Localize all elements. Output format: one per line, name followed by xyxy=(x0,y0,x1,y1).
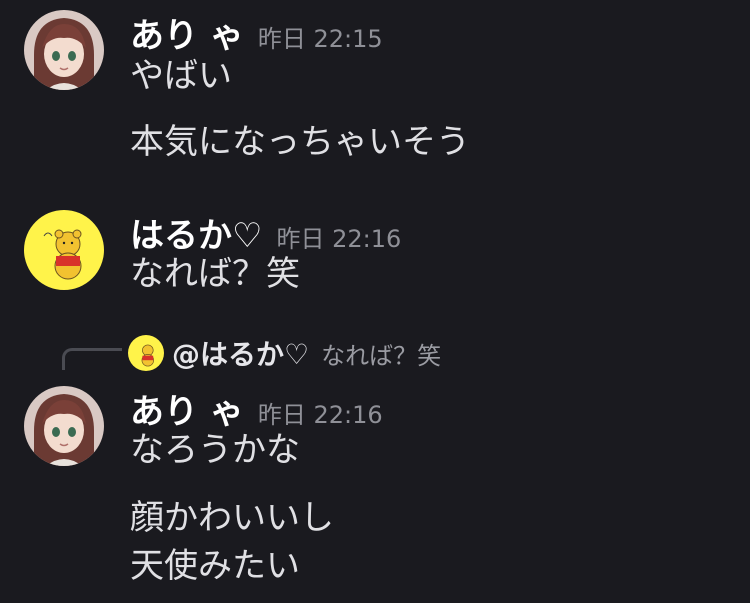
message-text: なれば？笑 xyxy=(130,254,300,294)
message-text: やばい xyxy=(130,56,232,96)
avatar-user-haruka[interactable] xyxy=(24,210,104,290)
message-header: はるか♡ 昨日 22:16 xyxy=(130,208,401,257)
avatar-user-ariya[interactable] xyxy=(24,10,104,90)
anime-girl-avatar-icon xyxy=(24,386,104,466)
avatar-user-ariya[interactable] xyxy=(24,386,104,466)
yellow-bear-avatar-icon xyxy=(24,210,104,290)
username[interactable]: あり ゃ xyxy=(130,8,244,57)
reply-connector xyxy=(62,348,122,370)
message-text: 本気になっちゃいそう xyxy=(130,122,470,162)
message-text: 顔かわいいし xyxy=(130,498,334,538)
message-text: 天使みたい xyxy=(130,546,300,586)
chat-view: あり ゃ 昨日 22:15 やばい 本気になっちゃいそう はるか♡ 昨日 22:… xyxy=(0,0,750,603)
reply-avatar xyxy=(128,335,164,371)
username[interactable]: あり ゃ xyxy=(130,384,244,433)
message-header: あり ゃ 昨日 22:15 xyxy=(130,8,383,57)
username[interactable]: はるか♡ xyxy=(130,208,262,257)
timestamp: 昨日 22:15 xyxy=(257,25,383,53)
timestamp: 昨日 22:16 xyxy=(257,401,383,429)
reply-quoted-text: なれば？笑 xyxy=(321,341,442,370)
yellow-bear-avatar-icon xyxy=(128,335,164,371)
message-header: あり ゃ 昨日 22:16 xyxy=(130,384,383,433)
reply-mention[interactable]: @はるか♡ xyxy=(172,333,309,373)
message-text: なろうかな xyxy=(130,430,300,470)
anime-girl-avatar-icon xyxy=(24,10,104,90)
reply-preview[interactable]: @はるか♡ なれば？笑 xyxy=(128,333,441,373)
timestamp: 昨日 22:16 xyxy=(276,225,402,253)
